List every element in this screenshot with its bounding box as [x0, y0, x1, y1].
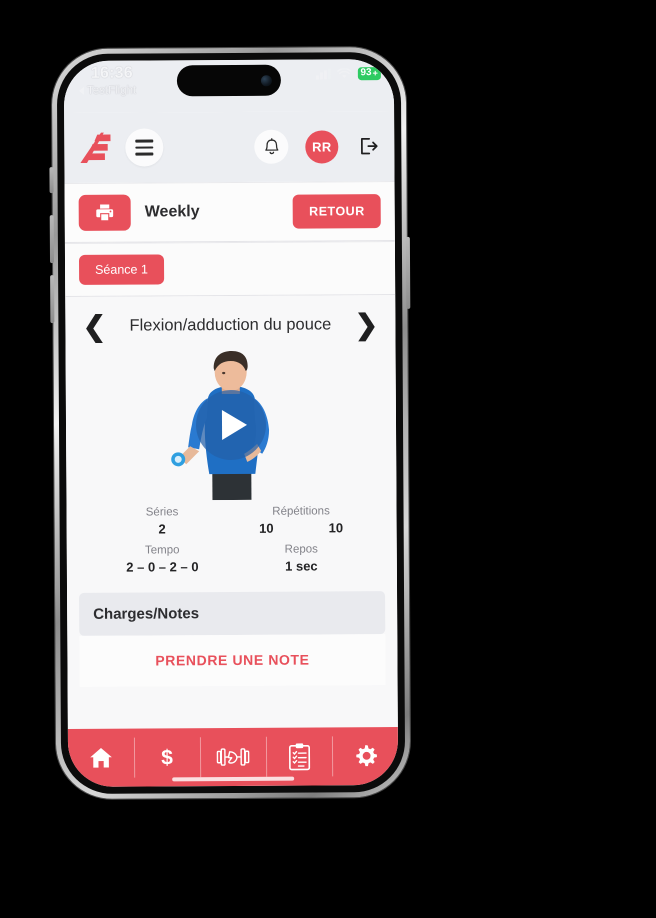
charges-notes-header: Charges/Notes [79, 591, 386, 636]
stat-tempo-label: Tempo [144, 544, 180, 557]
battery-charging-icon: + [372, 67, 378, 78]
take-note-button[interactable]: PRENDRE UNE NOTE [155, 652, 309, 669]
home-icon [90, 748, 112, 768]
stat-tempo-value: 2 – 0 – 2 – 0 [126, 559, 199, 575]
exercise-detail: ❮ Flexion/adduction du pouce ❯ Séries 2 … [65, 294, 398, 730]
phone-device-frame: 16:36 TestFlight 93 + RR Weekly RETOUR S… [49, 46, 411, 800]
stat-reps-label: Répétitions [272, 505, 330, 518]
nav-home[interactable] [68, 729, 134, 787]
exercise-navigation: ❮ Flexion/adduction du pouce ❯ [65, 309, 395, 342]
exercise-video-thumbnail[interactable] [155, 349, 307, 501]
program-title: Weekly [144, 203, 200, 221]
stat-rest-value: 1 sec [285, 558, 318, 574]
nav-settings[interactable] [332, 727, 398, 785]
stats-row-secondary: Tempo 2 – 0 – 2 – 0 Repos 1 sec [93, 543, 371, 575]
back-button[interactable]: RETOUR [293, 194, 381, 229]
stat-series-label: Séries [145, 506, 179, 519]
front-camera-icon [260, 74, 272, 86]
status-back-to-app[interactable]: TestFlight [78, 84, 137, 97]
exercise-title: Flexion/adduction du pouce [129, 315, 332, 335]
phone-screen: 16:36 TestFlight 93 + RR Weekly RETOUR S… [63, 58, 399, 788]
session-tab-1[interactable]: Séance 1 [78, 254, 164, 285]
charges-notes-body: PRENDRE UNE NOTE [79, 634, 386, 687]
power-button[interactable] [405, 236, 411, 309]
battery-level-value: 93 [360, 67, 372, 79]
previous-exercise-button[interactable]: ❮ [79, 311, 109, 342]
volume-down-button[interactable] [50, 275, 55, 324]
exercise-stats: Séries 2 Répétitions 10 10 Tempo 2 – 0 –… [66, 503, 396, 583]
silent-switch[interactable] [49, 167, 54, 194]
menu-line [135, 152, 154, 156]
back-triangle-icon [78, 86, 84, 95]
gear-icon [355, 744, 377, 766]
phone-bezel: 16:36 TestFlight 93 + RR Weekly RETOUR S… [49, 51, 411, 795]
print-button[interactable] [78, 194, 131, 231]
cellular-signal-icon [315, 68, 331, 80]
user-avatar[interactable]: RR [305, 129, 339, 164]
stat-reps: Répétitions 10 10 [232, 505, 371, 536]
stat-reps-set-2: 10 [328, 520, 344, 536]
dumbbell-icon [216, 748, 250, 766]
clipboard-checklist-icon [288, 743, 310, 771]
status-indicators: 93 + [315, 67, 381, 80]
stat-reps-set-1: 10 [259, 520, 274, 536]
stat-reps-values: 10 10 [232, 520, 371, 536]
hamburger-menu-button[interactable] [125, 128, 164, 167]
menu-line [135, 139, 154, 143]
brand-logo-icon[interactable] [78, 131, 116, 165]
status-bar: 16:36 TestFlight 93 + [63, 58, 395, 114]
app-content: Weekly RETOUR Séance 1 ❮ Flexion/adducti… [64, 180, 398, 730]
play-button-overlay[interactable] [195, 389, 267, 461]
stats-row-primary: Séries 2 Répétitions 10 10 [93, 505, 371, 537]
program-header-panel: Weekly RETOUR [64, 180, 395, 244]
logout-button[interactable] [356, 134, 380, 158]
dynamic-island [176, 64, 282, 97]
stat-rest: Repos 1 sec [232, 543, 371, 574]
printer-icon [96, 204, 114, 221]
status-time: 16:36 [90, 64, 133, 82]
stat-series: Séries 2 [93, 506, 232, 537]
dollar-icon: $ [161, 746, 173, 769]
stat-tempo: Tempo 2 – 0 – 2 – 0 [93, 544, 232, 575]
wifi-icon [336, 68, 352, 78]
stat-series-value: 2 [158, 521, 166, 537]
session-tabs-panel: Séance 1 [64, 240, 396, 298]
home-indicator [172, 776, 295, 782]
notification-bell-button[interactable] [254, 129, 289, 164]
logout-icon [360, 137, 378, 155]
play-icon [221, 409, 247, 441]
status-carrier-label: TestFlight [86, 84, 137, 97]
next-exercise-button[interactable]: ❯ [351, 309, 381, 340]
svg-text:$: $ [161, 746, 173, 769]
notification-bell-icon [264, 137, 278, 154]
volume-up-button[interactable] [49, 215, 55, 264]
menu-line [135, 146, 154, 149]
bottom-navigation: $ [67, 726, 399, 788]
app-header: RR [64, 110, 395, 184]
battery-status-badge: 93 + [357, 67, 381, 80]
stat-rest-label: Repos [284, 543, 318, 556]
